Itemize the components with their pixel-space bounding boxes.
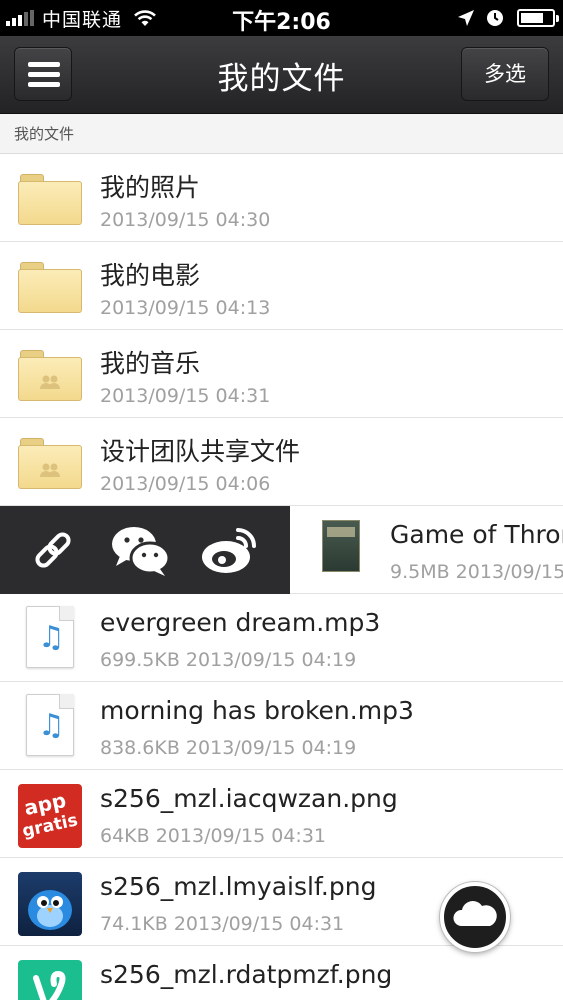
folder-date: 2013/09/15 04:31 xyxy=(100,385,271,407)
folder-row[interactable]: 我的电影 2013/09/15 04:13 xyxy=(0,242,563,330)
people-icon xyxy=(40,463,60,477)
alarm-clock-icon xyxy=(487,10,503,26)
folder-name: 我的音乐 xyxy=(100,349,201,378)
folder-name: 我的电影 xyxy=(100,261,201,290)
music-note-icon: ♫ xyxy=(38,620,65,655)
weibo-icon[interactable] xyxy=(198,524,260,578)
bird-thumbnail xyxy=(18,872,82,936)
file-meta: 74.1KB 2013/09/15 04:31 xyxy=(100,913,345,935)
section-header: 我的文件 xyxy=(0,114,563,154)
folder-icon xyxy=(18,262,82,314)
wechat-icon[interactable] xyxy=(110,524,172,578)
battery-icon xyxy=(517,9,559,27)
music-note-icon: ♫ xyxy=(38,708,65,743)
appgratis-thumbnail: app gratis xyxy=(18,784,82,848)
share-actions-bar xyxy=(0,506,290,594)
people-icon xyxy=(40,375,60,389)
status-right xyxy=(457,7,559,29)
vine-thumbnail xyxy=(18,960,82,1000)
folder-row[interactable]: 设计团队共享文件 2013/09/15 04:06 xyxy=(0,418,563,506)
file-name: evergreen dream.mp3 xyxy=(100,608,381,637)
file-meta: 9.5MB 2013/09/15 xyxy=(390,561,563,583)
multi-select-button[interactable]: 多选 xyxy=(461,47,549,101)
file-name: morning has broken.mp3 xyxy=(100,696,414,725)
folder-row[interactable]: 我的音乐 2013/09/15 04:31 xyxy=(0,330,563,418)
file-meta: 838.6KB 2013/09/15 04:19 xyxy=(100,737,357,759)
file-row[interactable]: ♫ morning has broken.mp3 838.6KB 2013/09… xyxy=(0,682,563,770)
audio-file-icon: ♫ xyxy=(26,694,74,756)
cloud-upload-button[interactable] xyxy=(440,882,510,952)
folder-date: 2013/09/15 04:30 xyxy=(100,209,271,231)
file-name: s256_mzl.iacqwzan.png xyxy=(100,784,398,813)
folder-date: 2013/09/15 04:13 xyxy=(100,297,271,319)
file-row[interactable]: Game of Throne 9.5MB 2013/09/15 xyxy=(290,506,563,594)
folder-name: 我的照片 xyxy=(100,173,201,202)
folder-name: 设计团队共享文件 xyxy=(100,437,301,466)
file-meta: 64KB 2013/09/15 04:31 xyxy=(100,825,327,847)
file-name: s256_mzl.lmyaislf.png xyxy=(100,872,377,901)
folder-date: 2013/09/15 04:06 xyxy=(100,473,271,495)
location-arrow-icon xyxy=(458,10,474,26)
folder-icon xyxy=(18,174,82,226)
file-row[interactable]: s256_mzl.rdatpmzf.png xyxy=(0,946,563,1000)
book-thumbnail xyxy=(322,520,360,572)
file-row[interactable]: ♫ evergreen dream.mp3 699.5KB 2013/09/15… xyxy=(0,594,563,682)
file-name: Game of Throne xyxy=(390,520,563,549)
link-icon[interactable] xyxy=(28,526,78,576)
file-row[interactable]: app gratis s256_mzl.iacqwzan.png 64KB 20… xyxy=(0,770,563,858)
nav-bar: 我的文件 多选 xyxy=(0,36,563,114)
folder-row[interactable]: 我的照片 2013/09/15 04:30 xyxy=(0,154,563,242)
file-name: s256_mzl.rdatpmzf.png xyxy=(100,960,393,989)
shared-folder-icon xyxy=(18,350,82,402)
cloud-icon xyxy=(453,901,497,926)
status-bar: 中国联通 下午2:06 xyxy=(0,0,563,36)
file-meta: 699.5KB 2013/09/15 04:19 xyxy=(100,649,357,671)
audio-file-icon: ♫ xyxy=(26,606,74,668)
shared-folder-icon xyxy=(18,438,82,490)
